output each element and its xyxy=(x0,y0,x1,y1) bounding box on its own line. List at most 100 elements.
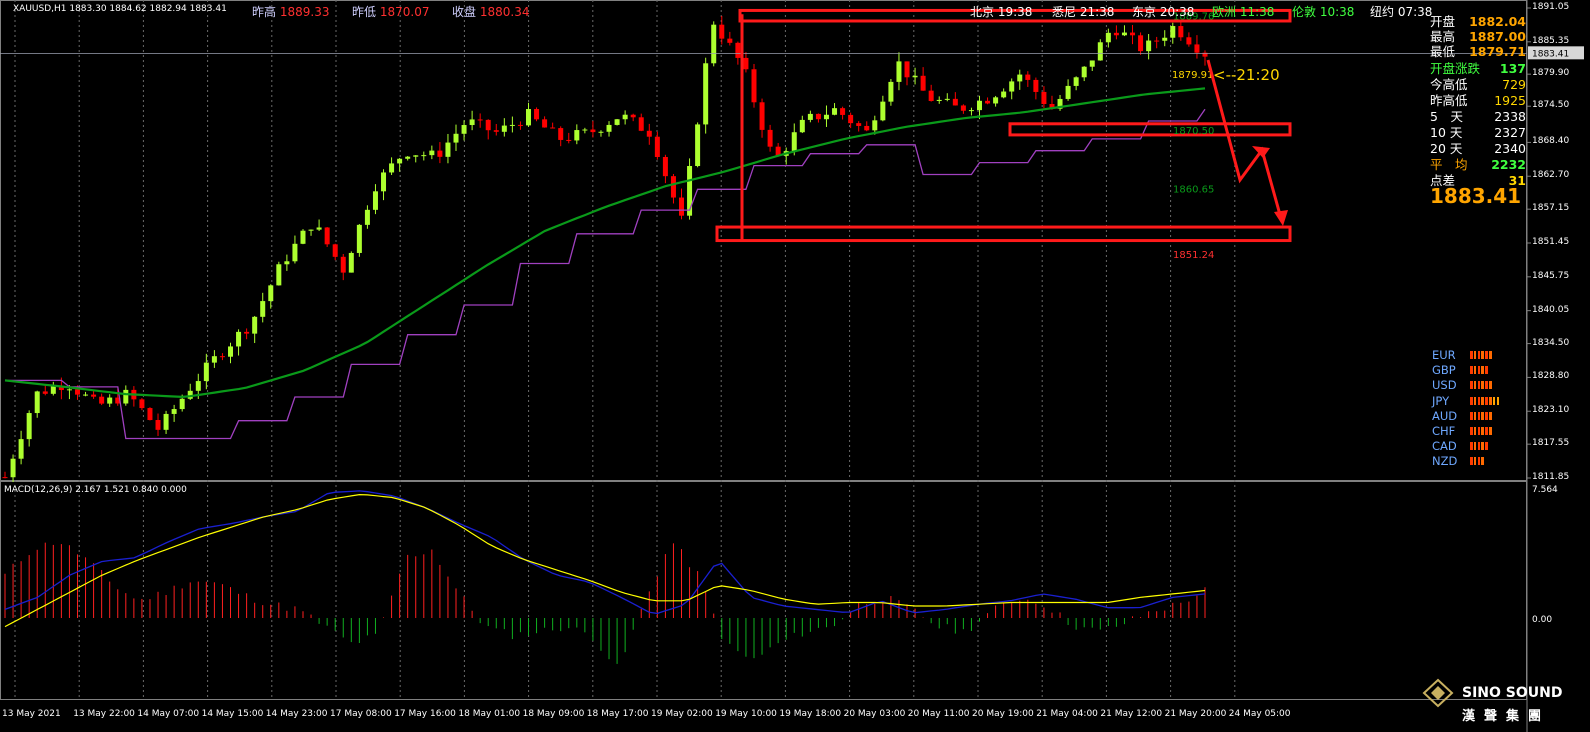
level-label: 1879.91 xyxy=(1172,70,1213,81)
y-tick-label: 1857.15 xyxy=(1532,203,1570,214)
strength-bar xyxy=(1489,427,1492,435)
y-tick-label: 1811.85 xyxy=(1532,472,1570,482)
strength-bar xyxy=(1477,411,1481,420)
candle-body xyxy=(445,142,451,157)
candle-body xyxy=(107,397,113,404)
strength-bar xyxy=(1477,381,1481,390)
candle-body xyxy=(364,209,370,225)
strength-bar xyxy=(1477,366,1481,375)
strength-bar xyxy=(1470,411,1473,420)
symbol-info: XAUUSD,H1 1883.30 1884.62 1882.94 1883.4… xyxy=(13,4,227,14)
x-tick-label: 21 May 04:00 xyxy=(1036,709,1098,719)
clock-time: 07:38 xyxy=(1397,5,1433,19)
candle-body xyxy=(163,413,169,430)
candle-body xyxy=(1113,32,1119,36)
price-chart[interactable]: 1883.411889.761879.911870.501860.651851.… xyxy=(0,0,1590,732)
strength-bar xyxy=(1470,351,1473,359)
macd-zero-tick: 0.00 xyxy=(1532,615,1552,625)
strength-bar xyxy=(1489,411,1492,420)
candle-body xyxy=(348,252,354,273)
candle-body xyxy=(1001,91,1007,98)
candle-body xyxy=(316,227,322,230)
candle-body xyxy=(509,124,515,126)
candle-body xyxy=(91,394,97,397)
y-tick-label: 1851.45 xyxy=(1532,237,1570,247)
candle-body xyxy=(888,81,894,102)
x-tick-label: 18 May 17:00 xyxy=(586,709,649,719)
row-label: 昨高低 xyxy=(1430,93,1468,108)
strength-bar xyxy=(1489,396,1492,405)
candle-body xyxy=(405,156,411,159)
prev-low-value: 1870.07 xyxy=(379,5,430,19)
clock-beijing: 北京 19:38 xyxy=(970,3,1032,20)
candle-body xyxy=(292,243,298,262)
strength-bar xyxy=(1477,457,1481,466)
candle-body xyxy=(1041,91,1047,105)
candle-body xyxy=(42,391,48,394)
candle-body xyxy=(1033,79,1039,92)
candle-body xyxy=(437,150,443,157)
y-tick-label: 1823.10 xyxy=(1532,405,1570,416)
x-tick-label: 20 May 11:00 xyxy=(907,709,970,719)
close-label: 收盘 xyxy=(452,5,477,19)
strength-bar xyxy=(1470,396,1473,405)
candle-body xyxy=(1154,40,1160,42)
candle-body xyxy=(525,109,531,126)
panel-row-low: 最低 1879.71 xyxy=(1430,45,1526,59)
candle-body xyxy=(952,98,958,106)
candle-body xyxy=(670,176,676,198)
macd-line xyxy=(4,490,1206,615)
x-tick-label: 19 May 10:00 xyxy=(715,709,777,719)
panel-row-20d: 20 天 2340 xyxy=(1430,142,1526,156)
y-tick-label: 1817.55 xyxy=(1532,438,1570,449)
row-label: 开盘 xyxy=(1430,14,1456,29)
x-tick-label: 13 May 2021 xyxy=(2,709,61,719)
macd-top-tick: 7.564 xyxy=(1532,485,1558,495)
candle-body xyxy=(912,75,918,78)
candle-body xyxy=(123,389,129,404)
candle-body xyxy=(1105,32,1111,43)
candle-body xyxy=(960,105,966,111)
current-price-tag-label: 1883.41 xyxy=(1532,49,1569,59)
candle-body xyxy=(542,119,548,128)
candle-body xyxy=(687,166,693,216)
candle-body xyxy=(896,61,902,82)
candle-body xyxy=(1121,32,1127,36)
zone-support-mid xyxy=(1008,122,1292,137)
y-tick-label: 1868.40 xyxy=(1532,136,1570,147)
strength-bar xyxy=(1470,427,1473,435)
candle-body xyxy=(630,114,636,118)
clock-city: 悉尼 xyxy=(1052,5,1077,19)
candle-body xyxy=(719,24,725,39)
row-value: 1887.00 xyxy=(1469,29,1526,44)
x-tick-label: 21 May 12:00 xyxy=(1100,709,1163,719)
candle-body xyxy=(1178,26,1184,38)
candle-body xyxy=(147,408,153,421)
strength-bar xyxy=(1481,457,1484,466)
candle-body xyxy=(389,163,395,173)
row-label: 最低 xyxy=(1430,44,1456,59)
x-tick-label: 13 May 22:00 xyxy=(73,709,135,719)
candle-body xyxy=(976,100,982,111)
candle-body xyxy=(638,117,644,131)
candle-body xyxy=(654,136,660,157)
strength-bar xyxy=(1477,351,1481,359)
candle-body xyxy=(501,125,507,132)
candle-body xyxy=(219,356,225,358)
prev-high: 昨高 1889.33 xyxy=(252,3,329,20)
row-value: 1882.04 xyxy=(1469,14,1526,29)
strength-bar xyxy=(1473,351,1477,359)
x-tick-label: 18 May 09:00 xyxy=(522,709,585,719)
clock-london: 伦敦 10:38 xyxy=(1292,3,1354,20)
candle-body xyxy=(469,119,475,126)
forecast-arrowhead xyxy=(1274,210,1288,226)
panel-row-open-change: 开盘涨跌 137 xyxy=(1430,62,1526,76)
prev-high-label: 昨高 xyxy=(252,5,277,19)
candle-body xyxy=(735,42,741,58)
level-label: 1851.24 xyxy=(1173,250,1214,261)
row-label: 平 均 xyxy=(1430,157,1468,172)
y-tick-label: 1862.70 xyxy=(1532,170,1570,181)
clock-time: 21:38 xyxy=(1079,5,1115,19)
candle-body xyxy=(534,109,540,120)
candle-body xyxy=(936,99,942,101)
